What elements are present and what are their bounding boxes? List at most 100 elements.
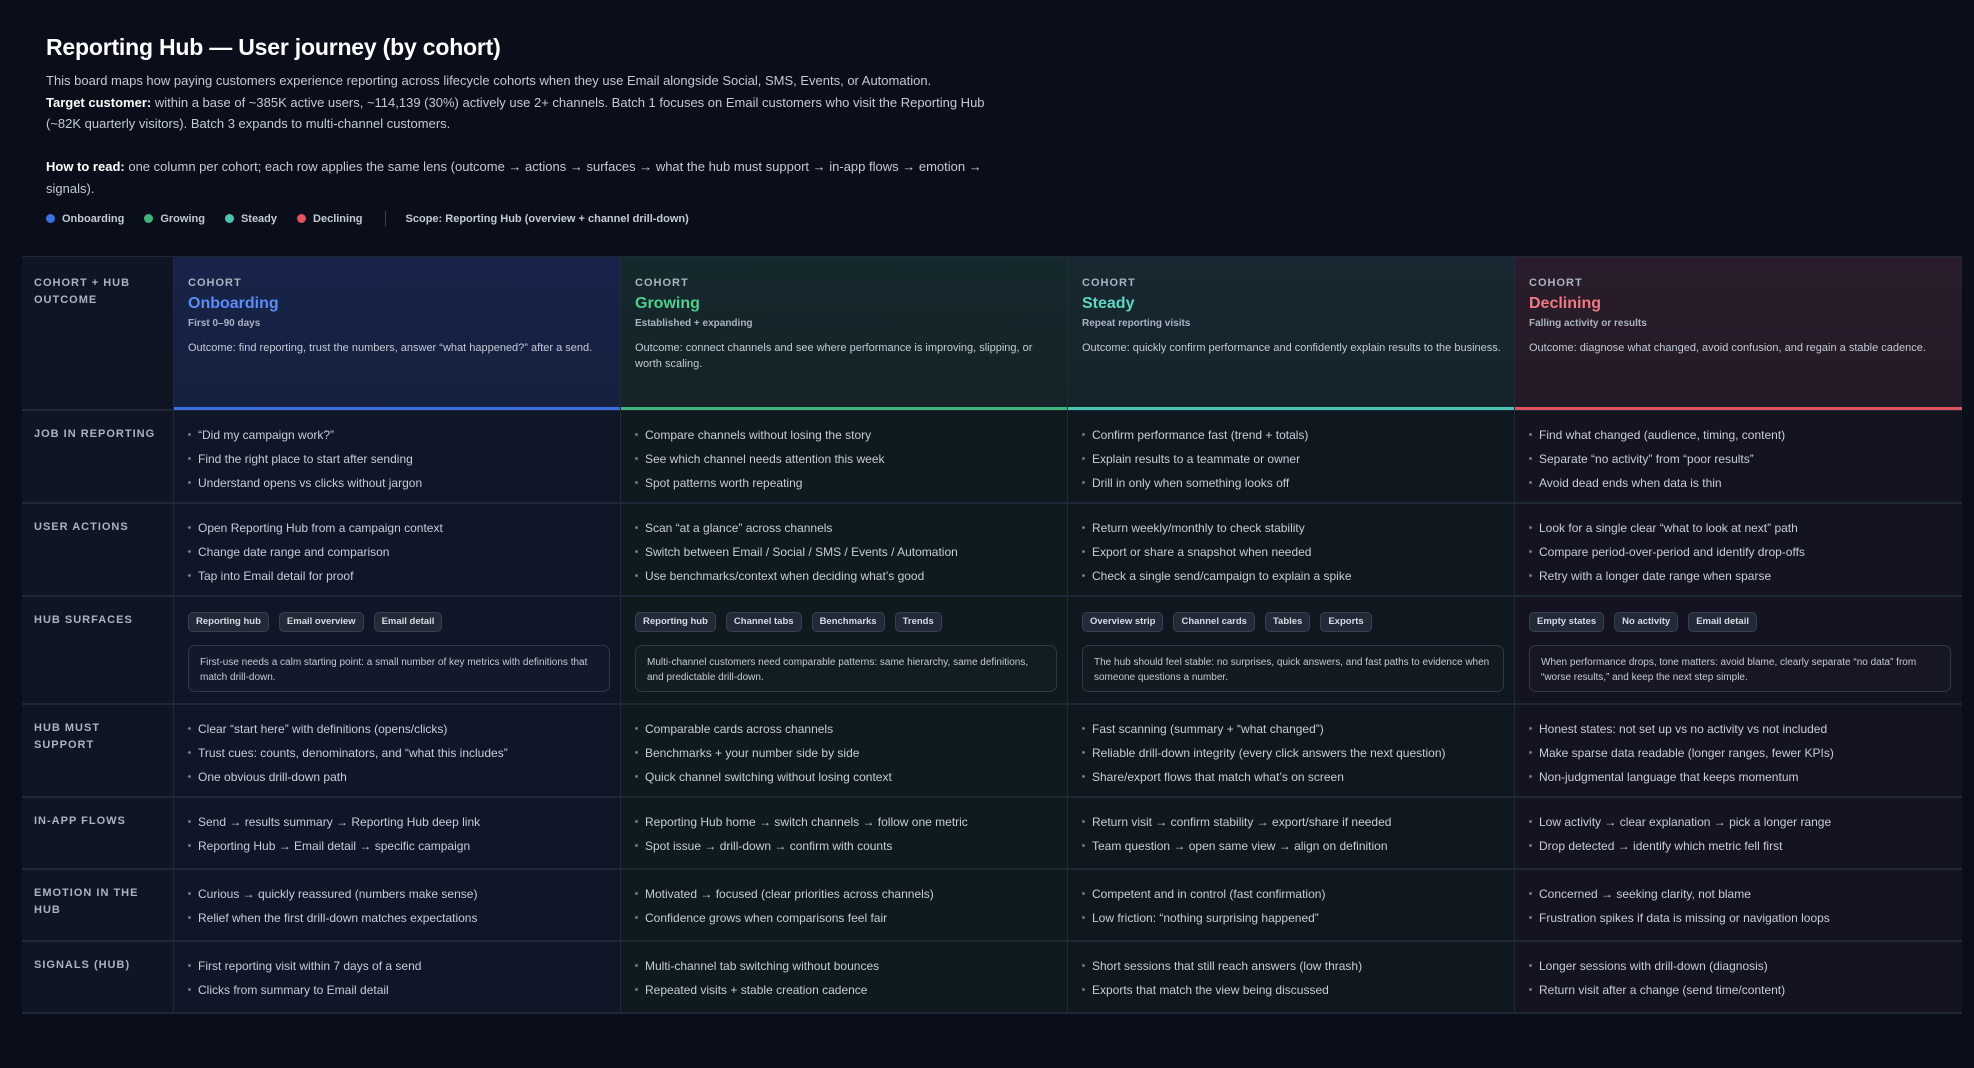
list-item: Reporting Hub → Email detail → specific … bbox=[188, 839, 613, 853]
surface-chip: Trends bbox=[894, 612, 942, 632]
row-label-emotion: Emotion in the hub bbox=[34, 887, 139, 916]
legend-item: Growing bbox=[144, 213, 205, 225]
target-paragraph: Target customer: within a base of ~385K … bbox=[46, 92, 1006, 135]
surface-chip: Channel cards bbox=[1173, 612, 1255, 632]
legend-item: Onboarding bbox=[46, 213, 124, 225]
list-item: Longer sessions with drill-down (diagnos… bbox=[1529, 959, 1954, 973]
cohort-subtitle: Established + expanding bbox=[635, 318, 753, 329]
cohort-name: Onboarding bbox=[188, 295, 279, 312]
bullet-list: Curious → quickly reassured (numbers mak… bbox=[188, 887, 613, 925]
list-item: Find what changed (audience, timing, con… bbox=[1529, 428, 1954, 442]
list-item: Clear “start here” with definitions (ope… bbox=[188, 722, 613, 736]
row-divider bbox=[22, 502, 1962, 504]
row-label-signals: Signals (hub) bbox=[34, 959, 131, 971]
cohort-kicker: COHORT bbox=[1529, 277, 1583, 289]
list-item: Retry with a longer date range when spar… bbox=[1529, 569, 1954, 583]
bullet-list: Longer sessions with drill-down (diagnos… bbox=[1529, 959, 1954, 997]
list-item: Change date range and comparison bbox=[188, 545, 613, 559]
list-item: Return weekly/monthly to check stability bbox=[1082, 521, 1507, 535]
bullet-list: Scan “at a glance” across channels Switch… bbox=[635, 521, 1060, 583]
cohort-header-steady: COHORT Steady Repeat reporting visits Outco… bbox=[1082, 277, 1502, 356]
surface-note: Multi-channel customers need comparable … bbox=[635, 645, 1057, 692]
cell-support: Clear “start here” with definitions (ope… bbox=[188, 722, 613, 794]
row-label-header: Cohort + hub outcome bbox=[34, 277, 131, 306]
list-item: One obvious drill-down path bbox=[188, 770, 613, 784]
cohort-name: Declining bbox=[1529, 295, 1602, 312]
list-item: Comparable cards across channels bbox=[635, 722, 1060, 736]
cell-actions: Return weekly/monthly to check stability… bbox=[1082, 521, 1507, 593]
list-item: Drop detected → identify which metric fe… bbox=[1529, 839, 1954, 853]
list-item: Low activity → clear explanation → pick … bbox=[1529, 815, 1954, 829]
list-item: First reporting visit within 7 days of a… bbox=[188, 959, 613, 973]
surface-chips: Reporting hub Channel tabs Benchmarks Trend… bbox=[635, 612, 1057, 632]
bullet-list: Competent and in control (fast confirmat… bbox=[1082, 887, 1507, 925]
list-item: Trust cues: counts, denominators, and “w… bbox=[188, 746, 613, 760]
list-item: Compare period-over-period and identify … bbox=[1529, 545, 1954, 559]
list-item: Compare channels without losing the stor… bbox=[635, 428, 1060, 442]
surface-chip: Email overview bbox=[278, 612, 364, 632]
legend-dot-icon bbox=[297, 214, 307, 223]
surface-chip: No activity bbox=[1614, 612, 1679, 632]
board-intro: This board maps how paying customers exp… bbox=[46, 70, 1006, 199]
cell-flows: Low activity → clear explanation → pick … bbox=[1529, 815, 1954, 863]
list-item: Relief when the first drill-down matches… bbox=[188, 911, 613, 925]
surface-note: The hub should feel stable: no surprises… bbox=[1082, 645, 1504, 692]
bullet-list: Clear “start here” with definitions (ope… bbox=[188, 722, 613, 784]
list-item: Reliable drill-down integrity (every cli… bbox=[1082, 746, 1507, 760]
cohort-outcome: Outcome: connect channels and see where … bbox=[635, 342, 1033, 370]
cohort-outcome: Outcome: find reporting, trust the numbe… bbox=[188, 342, 593, 354]
legend-label: Onboarding bbox=[62, 212, 125, 225]
list-item: Export or share a snapshot when needed bbox=[1082, 545, 1507, 559]
row-divider bbox=[22, 868, 1962, 870]
legend-label: Declining bbox=[313, 212, 363, 225]
list-item: Team question → open same view → align o… bbox=[1082, 839, 1507, 853]
cell-flows: Reporting Hub home → switch channels → f… bbox=[635, 815, 1060, 863]
list-item: Fast scanning (summary + “what changed”) bbox=[1082, 722, 1507, 736]
cell-job: Confirm performance fast (trend + totals… bbox=[1082, 428, 1507, 500]
target-label: Target customer: bbox=[46, 94, 152, 110]
cell-surfaces: Overview strip Channel cards Tables Exports… bbox=[1082, 612, 1504, 692]
row-divider bbox=[22, 595, 1962, 597]
list-item: See which channel needs attention this w… bbox=[635, 452, 1060, 466]
surface-chip: Reporting hub bbox=[188, 612, 269, 632]
row-label-support: Hub must support bbox=[34, 722, 101, 751]
cohort-accent-bar bbox=[621, 407, 1067, 410]
list-item: Scan “at a glance” across channels bbox=[635, 521, 1060, 535]
list-item: Exports that match the view being discus… bbox=[1082, 983, 1507, 997]
bullet-list: Find what changed (audience, timing, con… bbox=[1529, 428, 1954, 490]
surface-chip: Tables bbox=[1264, 612, 1311, 632]
row-label-job: Job in reporting bbox=[34, 428, 156, 440]
bullet-list: Return visit → confirm stability → expor… bbox=[1082, 815, 1507, 853]
row-divider bbox=[22, 1012, 1962, 1014]
cell-emotion: Concerned → seeking clarity, not blame Fr… bbox=[1529, 887, 1954, 935]
column-divider bbox=[1067, 257, 1068, 1014]
list-item: Check a single send/campaign to explain … bbox=[1082, 569, 1507, 583]
list-item: Use benchmarks/context when deciding wha… bbox=[635, 569, 1060, 583]
cohort-header-growing: COHORT Growing Established + expanding Outc… bbox=[635, 277, 1055, 372]
surface-chip: Email detail bbox=[373, 612, 443, 632]
bullet-list: Return weekly/monthly to check stability… bbox=[1082, 521, 1507, 583]
list-item: Look for a single clear “what to look at… bbox=[1529, 521, 1954, 535]
list-item: Benchmarks + your number side by side bbox=[635, 746, 1060, 760]
cell-signals: Short sessions that still reach answers … bbox=[1082, 959, 1507, 1007]
legend-dot-icon bbox=[46, 214, 55, 223]
cohort-subtitle: First 0–90 days bbox=[188, 318, 261, 329]
cohort-kicker: COHORT bbox=[1082, 277, 1136, 289]
legend-item: Declining bbox=[297, 213, 363, 225]
list-item: Make sparse data readable (longer ranges… bbox=[1529, 746, 1954, 760]
list-item: Honest states: not set up vs no activity… bbox=[1529, 722, 1954, 736]
surface-chip: Email detail bbox=[1688, 612, 1757, 632]
column-divider bbox=[1514, 257, 1515, 1014]
howto-label: How to read: bbox=[46, 159, 125, 174]
cell-job: “Did my campaign work?” Find the right pl… bbox=[188, 428, 613, 500]
list-item: Curious → quickly reassured (numbers mak… bbox=[188, 887, 613, 901]
surface-chip: Channel tabs bbox=[725, 612, 802, 632]
surface-chip: Empty states bbox=[1529, 612, 1605, 632]
list-item: Reporting Hub home → switch channels → f… bbox=[635, 815, 1060, 829]
row-label-actions: User actions bbox=[34, 521, 129, 533]
cell-surfaces: Reporting hub Email overview Email detail F… bbox=[188, 612, 610, 692]
legend-item: Steady bbox=[224, 213, 277, 225]
cell-emotion: Motivated → focused (clear priorities ac… bbox=[635, 887, 1060, 935]
cell-job: Find what changed (audience, timing, con… bbox=[1529, 428, 1954, 500]
list-item: Clicks from summary to Email detail bbox=[188, 983, 613, 997]
